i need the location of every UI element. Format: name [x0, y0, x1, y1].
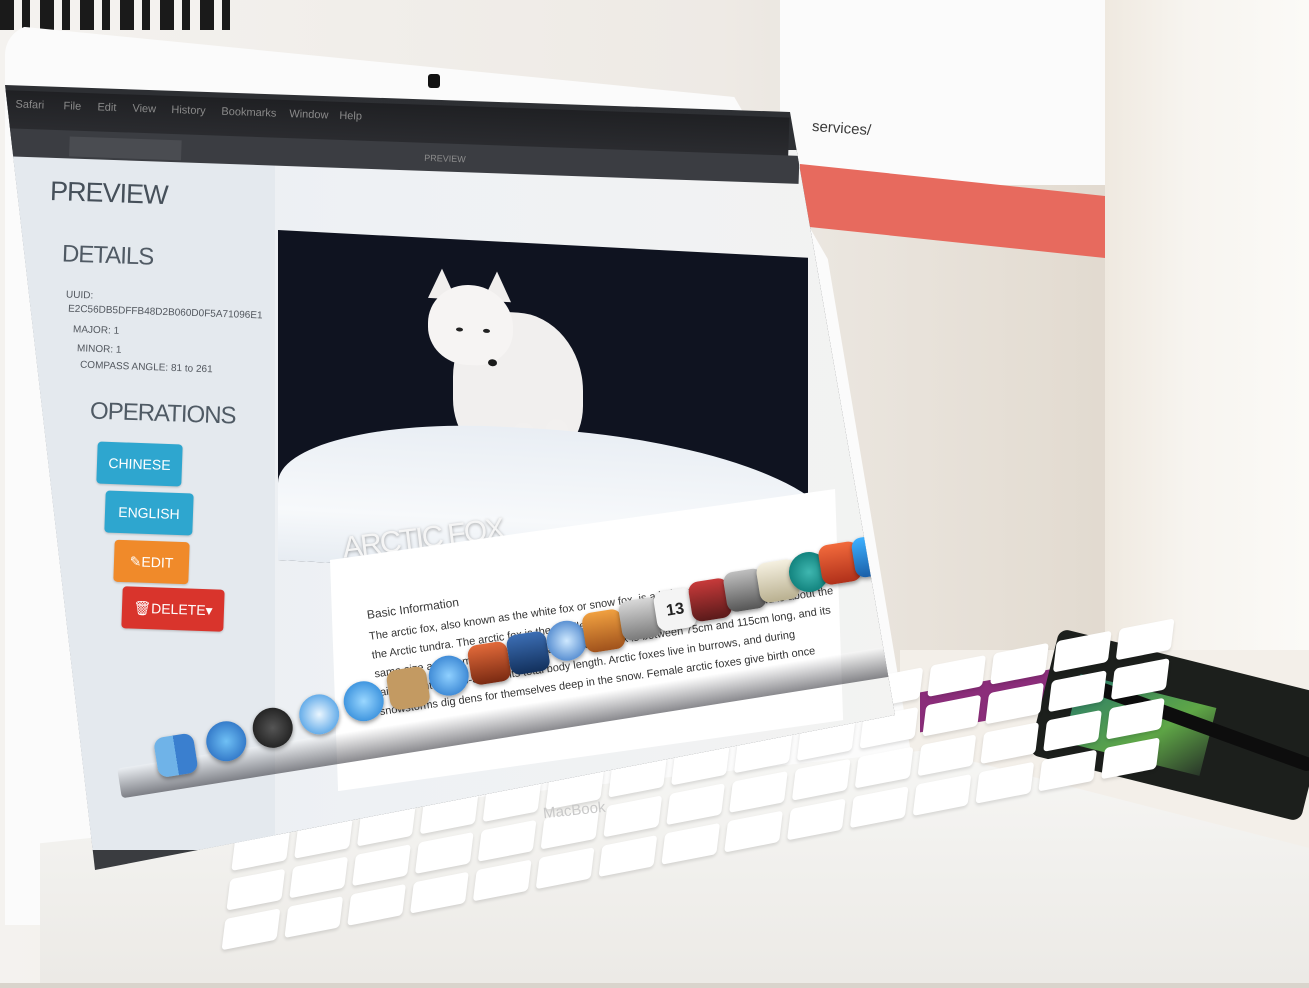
menu-edit[interactable]: Edit: [97, 101, 116, 114]
qr-code-fragment: [0, 0, 230, 30]
delete-button[interactable]: 🗑 DELETE ▾: [121, 586, 225, 632]
menu-view[interactable]: View: [132, 103, 156, 116]
page-title: PREVIEW: [49, 175, 169, 211]
background-banner: [780, 0, 1110, 185]
pencil-icon: ✎: [129, 552, 142, 570]
key[interactable]: [226, 868, 286, 911]
menu-bookmarks[interactable]: Bookmarks: [221, 106, 276, 120]
chinese-button[interactable]: CHINESE: [96, 441, 183, 487]
fox-eye: [483, 328, 490, 334]
uuid-label: UUID:: [65, 289, 94, 302]
imovie-icon[interactable]: [505, 630, 552, 676]
menu-help[interactable]: Help: [339, 110, 362, 123]
key[interactable]: [1048, 670, 1107, 713]
key[interactable]: [410, 871, 469, 914]
key[interactable]: [917, 734, 977, 777]
key[interactable]: [980, 722, 1040, 765]
contacts-icon[interactable]: [385, 665, 432, 712]
minor-value: MINOR: 1: [76, 343, 122, 356]
key[interactable]: [922, 694, 982, 737]
key[interactable]: [603, 795, 663, 838]
key[interactable]: [786, 798, 846, 841]
details-heading: DETAILS: [61, 240, 154, 271]
key[interactable]: [1043, 709, 1102, 752]
edit-label: EDIT: [141, 553, 174, 571]
tab-inactive[interactable]: [69, 136, 182, 161]
fox-nose: [488, 359, 497, 367]
key[interactable]: [598, 835, 658, 878]
key[interactable]: [666, 783, 726, 826]
fox-eye: [456, 327, 463, 332]
key[interactable]: [472, 859, 532, 902]
menu-history[interactable]: History: [171, 104, 206, 117]
key[interactable]: [289, 856, 349, 899]
tab-preview[interactable]: PREVIEW: [424, 153, 466, 164]
key[interactable]: [284, 896, 344, 939]
key[interactable]: [985, 682, 1044, 725]
key[interactable]: [535, 847, 595, 890]
key[interactable]: [221, 908, 281, 951]
key[interactable]: [729, 770, 788, 813]
key[interactable]: [352, 844, 411, 887]
key[interactable]: [854, 746, 914, 789]
safari-icon[interactable]: [296, 691, 343, 738]
major-value: MAJOR: 1: [72, 324, 120, 337]
trash-icon: 🗑: [133, 599, 152, 616]
key[interactable]: [347, 883, 407, 926]
key[interactable]: [477, 819, 537, 862]
key[interactable]: [975, 761, 1035, 804]
key[interactable]: [791, 758, 851, 801]
key[interactable]: [1110, 658, 1170, 701]
menu-window[interactable]: Window: [289, 108, 329, 121]
operations-heading: OPERATIONS: [89, 397, 237, 430]
menu-file[interactable]: File: [63, 100, 81, 113]
menu-safari[interactable]: Safari: [15, 99, 44, 112]
key[interactable]: [1105, 697, 1165, 740]
itunes-icon[interactable]: [425, 652, 472, 699]
key[interactable]: [849, 786, 909, 829]
key[interactable]: [724, 810, 783, 853]
caret-down-icon: ▾: [205, 601, 213, 618]
facetime-icon[interactable]: [340, 678, 387, 725]
webcam-icon: [428, 74, 440, 88]
photo-booth-icon[interactable]: [466, 640, 513, 687]
edit-button[interactable]: ✎ EDIT: [113, 539, 190, 585]
key[interactable]: [661, 822, 721, 865]
key[interactable]: [1038, 749, 1098, 792]
english-button[interactable]: ENGLISH: [104, 490, 194, 536]
key[interactable]: [414, 831, 474, 874]
key[interactable]: [1101, 737, 1160, 780]
finder-icon[interactable]: [152, 732, 199, 779]
background-pillar: [1105, 0, 1309, 650]
delete-label: DELETE: [150, 600, 206, 619]
key[interactable]: [912, 773, 972, 816]
